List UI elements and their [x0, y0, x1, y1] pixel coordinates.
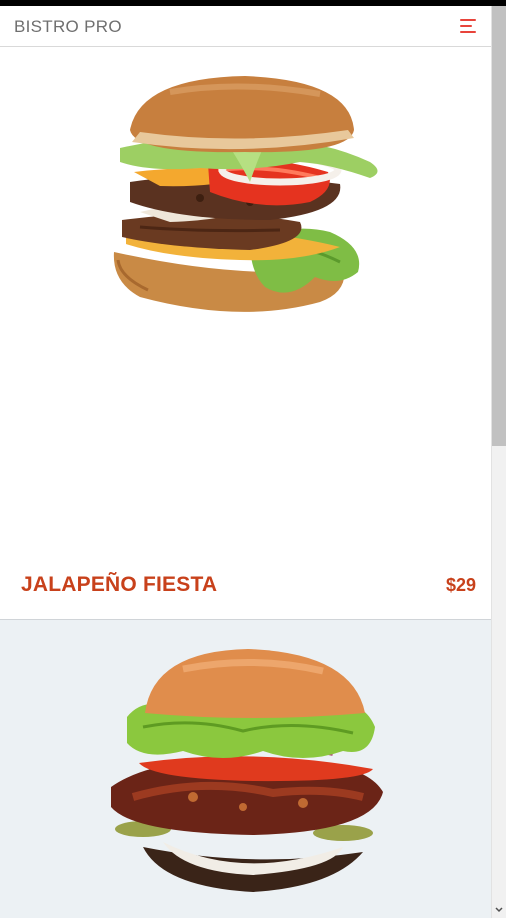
- item-name[interactable]: JALAPEÑO FIESTA: [21, 573, 217, 597]
- chevron-down-icon[interactable]: [494, 905, 504, 915]
- page-viewport: BISTRO PRO JALAPEÑO FIESTA $29: [0, 6, 491, 918]
- page-scrollbar[interactable]: [491, 6, 506, 918]
- hamburger-menu-icon[interactable]: [456, 16, 480, 36]
- menu-item-card[interactable]: JALAPEÑO FIESTA $29: [0, 47, 491, 620]
- brand-name[interactable]: BISTRO PRO: [14, 17, 122, 37]
- navbar: BISTRO PRO: [0, 6, 491, 47]
- menu-line: [460, 19, 476, 21]
- burger-image: [113, 76, 378, 312]
- menu-line: [460, 31, 476, 33]
- menu-line: [460, 25, 472, 27]
- burger-image: [111, 649, 383, 892]
- menu-item-card[interactable]: [0, 620, 491, 918]
- item-price: $29: [445, 575, 476, 595]
- scrollbar-thumb[interactable]: [492, 6, 506, 446]
